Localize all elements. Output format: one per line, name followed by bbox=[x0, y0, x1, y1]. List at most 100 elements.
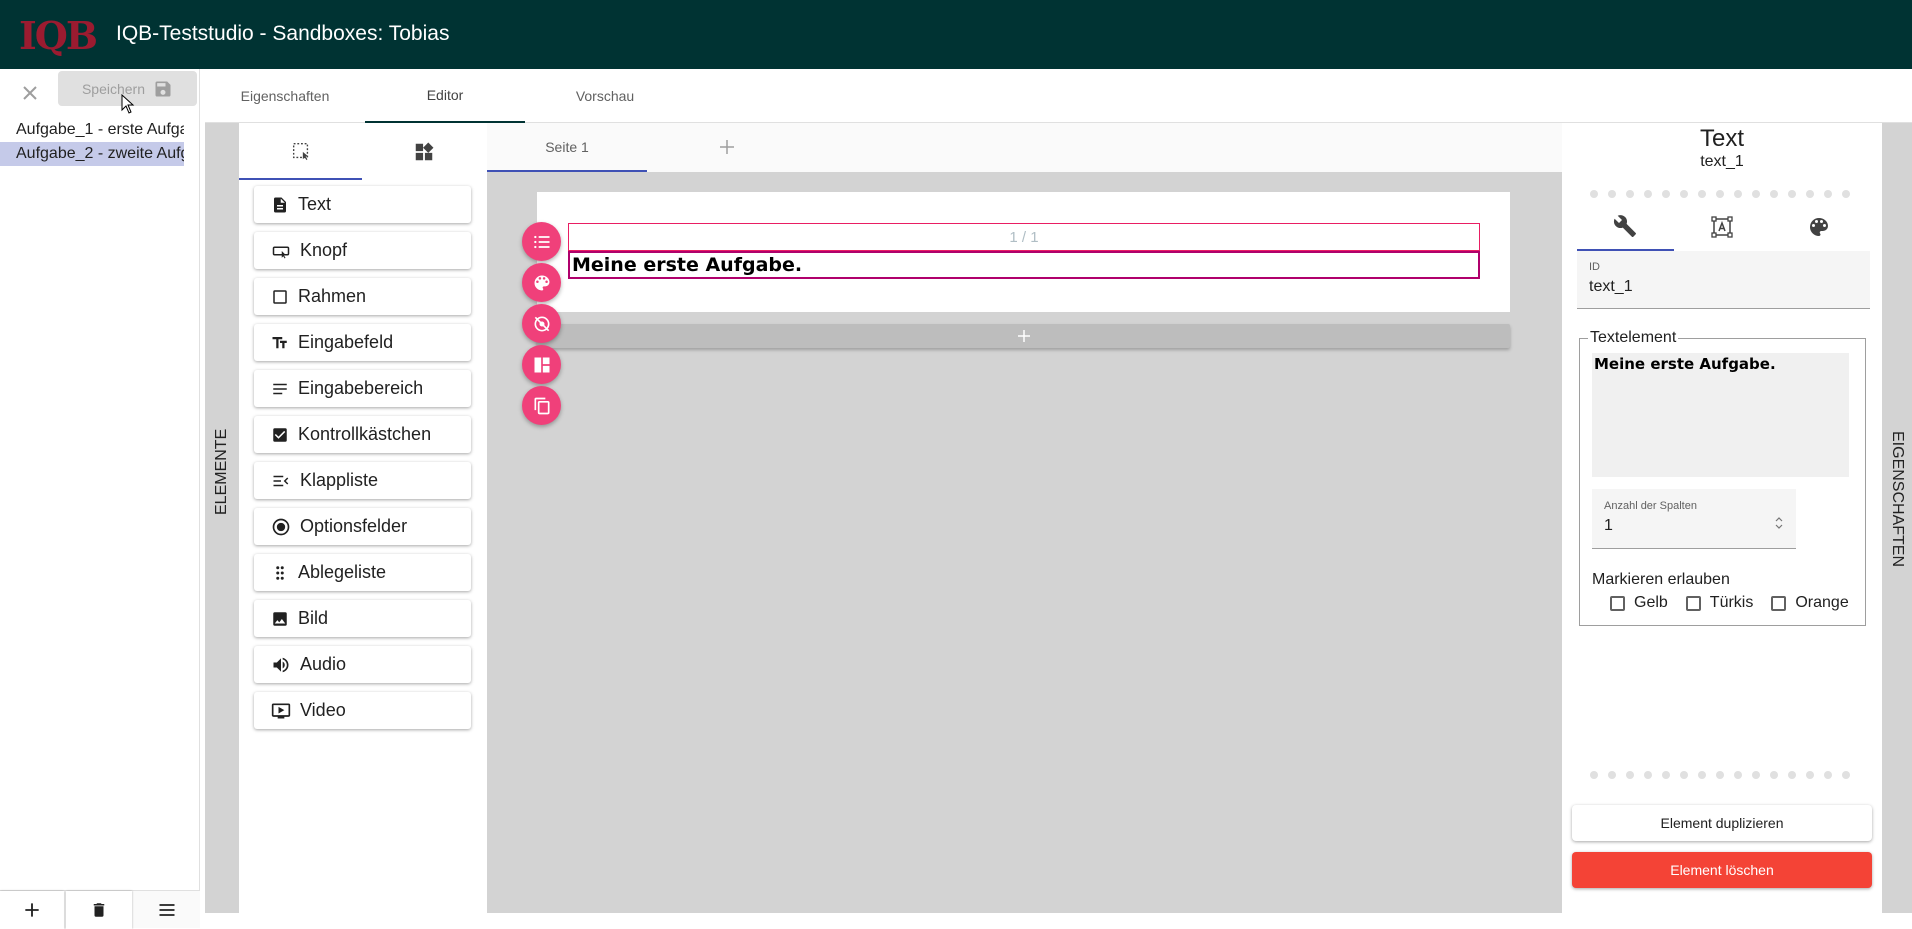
add-radio-button[interactable]: Optionsfelder bbox=[254, 508, 471, 545]
element-label: Audio bbox=[300, 654, 347, 674]
add-section-button[interactable] bbox=[537, 324, 1510, 348]
elements-panel-tabs bbox=[239, 123, 487, 180]
elements-sidebar-toggle[interactable]: ELEMENTE bbox=[205, 123, 239, 913]
image-icon bbox=[273, 611, 287, 626]
section-style-button[interactable] bbox=[522, 263, 561, 302]
dropdown-icon bbox=[273, 475, 289, 486]
add-text-area-button[interactable]: Eingabebereich bbox=[254, 370, 471, 407]
properties-sidebar-toggle[interactable]: EIGENSCHAFTEN bbox=[1882, 123, 1912, 913]
checkbox-tuerkis[interactable]: Türkis bbox=[1685, 594, 1753, 612]
text-field-icon bbox=[272, 336, 287, 348]
button-icon bbox=[272, 246, 290, 258]
page-tabs: Seite 1 bbox=[487, 123, 1562, 172]
properties-sidebar-label: EIGENSCHAFTEN bbox=[1889, 431, 1906, 568]
layout-icon bbox=[534, 357, 549, 372]
section-list-button[interactable] bbox=[522, 222, 561, 261]
add-audio-button[interactable]: Audio bbox=[254, 646, 471, 683]
add-checkbox-button[interactable]: Kontrollkästchen bbox=[254, 416, 471, 453]
text-element[interactable]: Meine erste Aufgabe. bbox=[568, 251, 1480, 279]
mouse-cursor-icon bbox=[121, 94, 135, 114]
add-page-icon[interactable] bbox=[715, 135, 739, 159]
add-text-field-button[interactable]: Eingabefeld bbox=[254, 324, 471, 361]
audio-icon bbox=[273, 657, 289, 672]
selection-icon[interactable] bbox=[239, 123, 362, 180]
add-text-button[interactable]: Text bbox=[254, 186, 471, 223]
checkbox-orange[interactable]: Orange bbox=[1771, 594, 1849, 612]
tab-editor[interactable]: Editor bbox=[365, 69, 525, 123]
add-video-button[interactable]: Video bbox=[254, 692, 471, 729]
section-card[interactable]: 1 / 1 Meine erste Aufgabe. bbox=[537, 192, 1510, 312]
checkbox-label: Orange bbox=[1795, 594, 1849, 611]
element-label: Ablegeliste bbox=[298, 562, 387, 582]
properties-title: Text bbox=[1699, 125, 1744, 152]
video-icon bbox=[271, 703, 291, 718]
app-header: IQB IQB-Teststudio - Sandboxes: Tobias bbox=[0, 0, 1912, 69]
bottom-spacer bbox=[205, 913, 1912, 928]
element-label: Klappliste bbox=[300, 470, 379, 490]
drop-list-icon bbox=[276, 565, 284, 580]
frame-icon bbox=[273, 289, 287, 304]
columns-value: 1 bbox=[1604, 517, 1613, 534]
add-button-button[interactable]: Knopf bbox=[254, 232, 471, 269]
add-drop-list-button[interactable]: Ablegeliste bbox=[254, 554, 471, 591]
position-icon[interactable] bbox=[1674, 203, 1771, 251]
properties-tabs bbox=[1577, 203, 1867, 251]
spinner-icon[interactable] bbox=[1774, 515, 1784, 531]
properties-panel: Text text_1 ID text_1 Textelement Meine … bbox=[1562, 123, 1882, 913]
add-frame-button[interactable]: Rahmen bbox=[254, 278, 471, 315]
palette-icon[interactable] bbox=[1770, 203, 1867, 251]
section-header: 1 / 1 bbox=[568, 223, 1480, 251]
add-icon[interactable] bbox=[0, 891, 64, 929]
tab-eigenschaften[interactable]: Eigenschaften bbox=[205, 69, 365, 123]
menu-icon[interactable] bbox=[134, 891, 200, 929]
delete-element-button[interactable]: Element löschen bbox=[1572, 852, 1872, 888]
page-canvas: Seite 1 1 / 1 Meine erste Aufgabe. bbox=[487, 123, 1562, 913]
tab-seite-1[interactable]: Seite 1 bbox=[487, 123, 647, 172]
checkbox-box bbox=[1610, 595, 1625, 611]
id-value: text_1 bbox=[1589, 278, 1633, 295]
id-label: ID bbox=[1589, 261, 1600, 273]
section-layout-button[interactable] bbox=[522, 345, 561, 384]
close-icon[interactable] bbox=[18, 81, 42, 105]
add-image-button[interactable]: Bild bbox=[254, 600, 471, 637]
palette-icon bbox=[534, 275, 549, 290]
unit-item-aufgabe-2[interactable]: Aufgabe_2 - zweite Aufgabe bbox=[0, 142, 184, 166]
text-icon bbox=[274, 197, 286, 212]
tab-vorschau[interactable]: Vorschau bbox=[525, 69, 685, 123]
checkbox-box bbox=[1685, 595, 1701, 611]
widgets-icon[interactable] bbox=[362, 123, 485, 180]
unit-list-panel: Speichern Aufgabe_1 - erste Aufgabe Aufg… bbox=[0, 69, 200, 929]
element-label: Kontrollkästchen bbox=[298, 424, 432, 444]
save-label: Speichern bbox=[81, 80, 146, 97]
unit-actions-bar bbox=[0, 890, 200, 929]
fieldset-legend: Textelement bbox=[1588, 329, 1679, 347]
text-area-icon bbox=[273, 383, 287, 394]
copy-icon bbox=[534, 397, 549, 414]
columns-field[interactable]: Anzahl der Spalten 1 bbox=[1592, 489, 1796, 549]
duplicate-element-button[interactable]: Element duplizieren bbox=[1572, 805, 1872, 841]
section-visibility-button[interactable] bbox=[522, 304, 561, 343]
element-label: Optionsfelder bbox=[300, 516, 408, 536]
checkbox-label: Gelb bbox=[1634, 594, 1668, 611]
properties-subtitle: text_1 bbox=[1700, 153, 1744, 170]
checkbox-gelb[interactable]: Gelb bbox=[1610, 594, 1668, 612]
app-title: IQB-Teststudio - Sandboxes: Tobias bbox=[116, 22, 450, 45]
section-duplicate-button[interactable] bbox=[522, 386, 561, 425]
scroll-indicator-top bbox=[1590, 190, 1850, 200]
id-field[interactable]: ID text_1 bbox=[1577, 251, 1870, 309]
wrench-icon[interactable] bbox=[1577, 203, 1674, 251]
element-label: Eingabefeld bbox=[298, 332, 394, 352]
element-label: Text bbox=[298, 194, 332, 214]
unit-list: Aufgabe_1 - erste Aufgabe Aufgabe_2 - zw… bbox=[0, 118, 200, 166]
columns-label: Anzahl der Spalten bbox=[1604, 500, 1697, 512]
elements-panel: Text Knopf Rahmen Eingabefeld Eingabeber… bbox=[239, 123, 487, 913]
add-dropdown-button[interactable]: Klappliste bbox=[254, 462, 471, 499]
radio-icon bbox=[272, 518, 290, 535]
add-icon bbox=[1017, 330, 1030, 342]
element-label: Video bbox=[300, 700, 346, 720]
unit-item-aufgabe-1[interactable]: Aufgabe_1 - erste Aufgabe bbox=[0, 118, 184, 142]
delete-icon[interactable] bbox=[66, 891, 132, 929]
text-editor[interactable]: Meine erste Aufgabe. bbox=[1592, 353, 1849, 477]
element-label: Knopf bbox=[300, 240, 348, 260]
save-icon bbox=[153, 79, 173, 99]
